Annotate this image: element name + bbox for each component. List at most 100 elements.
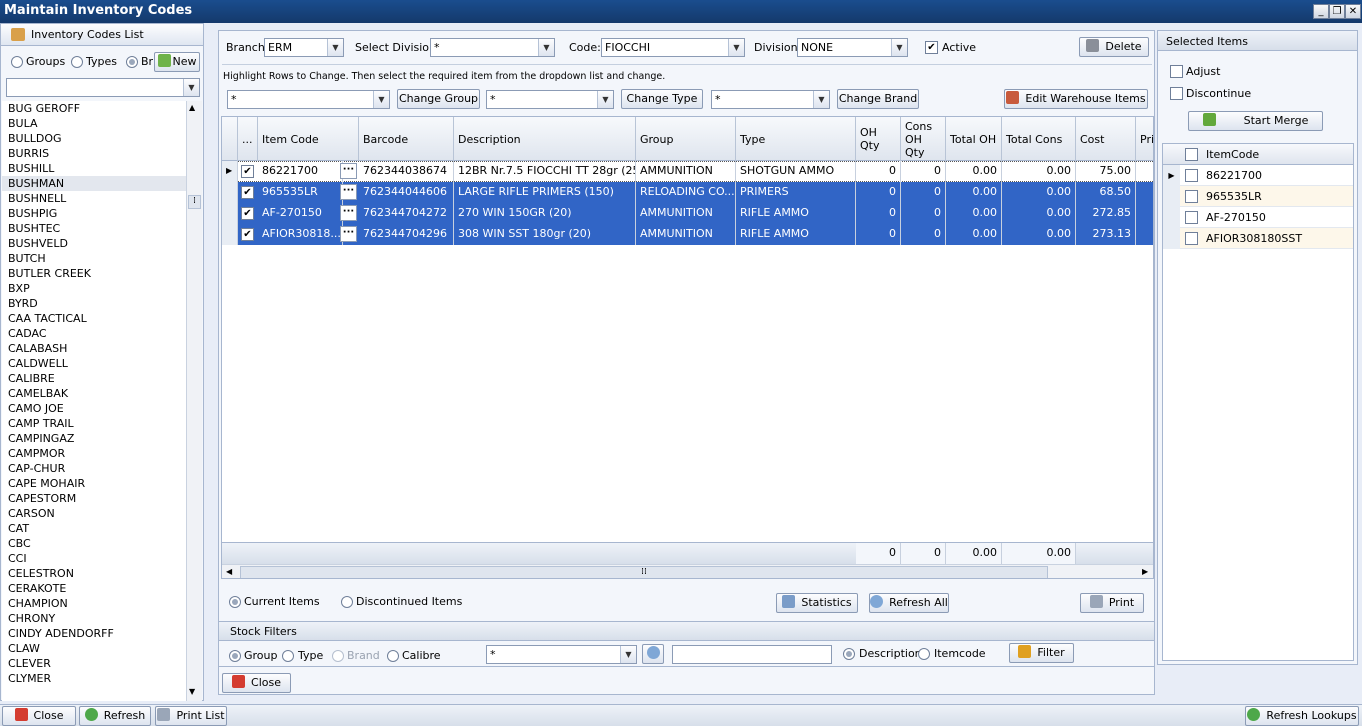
cell-total-cons[interactable]: 0.00 [1002,182,1076,203]
cell-total-oh[interactable]: 0.00 [946,161,1002,182]
selected-item-checkbox[interactable] [1185,169,1198,182]
brand-list-item[interactable]: CHRONY [2,611,186,626]
filter-brand-radio[interactable] [332,650,344,662]
grid-rows[interactable]: ▶ ✔ 86221700 762344038674 12BR Nr.7.5 FIOCCH… [222,161,1153,251]
start-merge-button[interactable]: Start Merge [1188,111,1323,131]
radio-brands[interactable] [126,56,138,68]
brand-list-item[interactable]: CAT [2,521,186,536]
cell-desc[interactable]: LARGE RIFLE PRIMERS (150) [454,182,636,203]
brand-list-item[interactable]: CAMELBAK [2,386,186,401]
brand-list-item[interactable]: BULA [2,116,186,131]
col-item-code-header[interactable]: Item Code [258,117,359,161]
chevron-down-icon[interactable]: ▼ [620,646,636,663]
radio-groups[interactable] [11,56,23,68]
brand-list-item[interactable]: CALIBRE [2,371,186,386]
grid-hscrollbar[interactable]: ◀ ⁞⁞ ▶ [222,564,1153,578]
chevron-down-icon[interactable]: ▼ [728,39,744,56]
selected-item-row[interactable]: AF-270150 [1163,207,1353,228]
cell-total-oh[interactable]: 0.00 [946,224,1002,245]
cell-group[interactable]: AMMUNITION [636,203,736,224]
cell-type[interactable]: SHOTGUN AMMO [736,161,856,182]
row-indicator[interactable] [1163,207,1180,228]
cell-total-cons[interactable]: 0.00 [1002,203,1076,224]
scroll-left-icon[interactable]: ◀ [226,567,232,576]
cell-barcode[interactable]: 762344038674 [359,161,454,182]
refresh-all-button[interactable]: Refresh All [869,593,949,613]
row-select-checkbox[interactable]: ✔ [241,207,254,220]
filter-button[interactable]: Filter [1009,643,1074,663]
row-select-checkbox[interactable]: ✔ [241,165,254,178]
table-row[interactable]: ✔ AFIOR30818... 762344704296 308 WIN SST 18… [222,224,1153,245]
col-itemcode-header[interactable]: ItemCode [1206,148,1259,161]
ellipsis-button[interactable]: ··· [340,226,357,242]
cell-total-oh[interactable]: 0.00 [946,182,1002,203]
cell-cost[interactable]: 272.85 [1076,203,1136,224]
cell-cons[interactable]: 0 [901,203,946,224]
table-row[interactable]: ▶ ✔ 86221700 762344038674 12BR Nr.7.5 FIOCCH… [222,161,1153,182]
chevron-down-icon[interactable]: ▼ [891,39,907,56]
delete-button[interactable]: Delete [1079,37,1149,57]
edit-warehouse-items-button[interactable]: Edit Warehouse Items [1004,89,1148,109]
cell-barcode[interactable]: 762344704296 [359,224,454,245]
brand-list-item[interactable]: CADAC [2,326,186,341]
table-row[interactable]: ✔ AF-270150 762344704272 270 WIN 150GR (20)… [222,203,1153,224]
minimize-button[interactable]: _ [1313,4,1329,19]
close-window-button[interactable]: ✕ [1345,4,1361,19]
row-indicator[interactable] [222,182,238,203]
brand-list-item[interactable]: BXP [2,281,186,296]
scroll-thumb[interactable]: ⁞ [188,195,201,209]
radio-types[interactable] [71,56,83,68]
change-type-button[interactable]: Change Type [621,89,703,109]
row-indicator[interactable] [222,224,238,245]
cell-type[interactable]: RIFLE AMMO [736,203,856,224]
col-total-cons-header[interactable]: Total Cons [1002,117,1076,161]
brand-combo[interactable]: * ▼ [711,90,830,109]
brand-list-item[interactable]: BUSHTEC [2,221,186,236]
scroll-down-icon[interactable]: ▼ [189,687,195,696]
scroll-right-icon[interactable]: ▶ [1142,567,1148,576]
cell-cons[interactable]: 0 [901,161,946,182]
brand-list-item[interactable]: BUTCH [2,251,186,266]
cell-oh[interactable]: 0 [856,182,901,203]
brand-list-item[interactable]: BUSHPIG [2,206,186,221]
close-button[interactable]: Close [2,706,76,726]
left-list-scrollbar[interactable]: ▲ ⁞ ▼ [186,101,202,701]
brand-list-item[interactable]: CAMPINGAZ [2,431,186,446]
cell-barcode[interactable]: 762344044606 [359,182,454,203]
active-checkbox[interactable]: ✔ [925,41,938,54]
selected-item-checkbox[interactable] [1185,232,1198,245]
change-group-button[interactable]: Change Group [397,89,480,109]
selected-item-checkbox[interactable] [1185,190,1198,203]
brand-list-item[interactable]: CCI [2,551,186,566]
brand-list-item[interactable]: BUG GEROFF [2,101,186,116]
brand-list-item[interactable]: BUSHILL [2,161,186,176]
brand-list-item[interactable]: CALDWELL [2,356,186,371]
cell-code[interactable]: AF-270150 [258,203,343,224]
group-combo[interactable]: * ▼ [227,90,390,109]
print-list-button[interactable]: Print List [155,706,227,726]
cell-barcode[interactable]: 762344704272 [359,203,454,224]
cell-group[interactable]: RELOADING CO... [636,182,736,203]
cell-cost[interactable]: 75.00 [1076,161,1136,182]
brand-list-item[interactable]: BYRD [2,296,186,311]
cell-type[interactable]: PRIMERS [736,182,856,203]
reload-filter-button[interactable] [642,644,664,664]
row-select-checkbox[interactable]: ✔ [241,186,254,199]
division-combo[interactable]: NONE ▼ [797,38,908,57]
row-indicator[interactable] [1163,186,1180,207]
close-panel-button[interactable]: Close [222,673,291,693]
type-combo[interactable]: * ▼ [486,90,614,109]
col-dots-header[interactable]: ... [238,117,258,161]
scroll-up-icon[interactable]: ▲ [189,103,195,112]
adjust-checkbox[interactable] [1170,65,1183,78]
cell-type[interactable]: RIFLE AMMO [736,224,856,245]
brand-list-item[interactable]: CLAW [2,641,186,656]
chevron-down-icon[interactable]: ▼ [813,91,829,108]
brand-list-item[interactable]: CAMP TRAIL [2,416,186,431]
current-row-arrow-icon[interactable]: ▶ [1163,165,1180,186]
brand-list-item[interactable]: CERAKOTE [2,581,186,596]
cell-code[interactable]: AFIOR30818... [258,224,343,245]
brand-list-item[interactable]: CLEVER [2,656,186,671]
col-total-oh-header[interactable]: Total OH [946,117,1002,161]
ellipsis-button[interactable]: ··· [340,184,357,200]
